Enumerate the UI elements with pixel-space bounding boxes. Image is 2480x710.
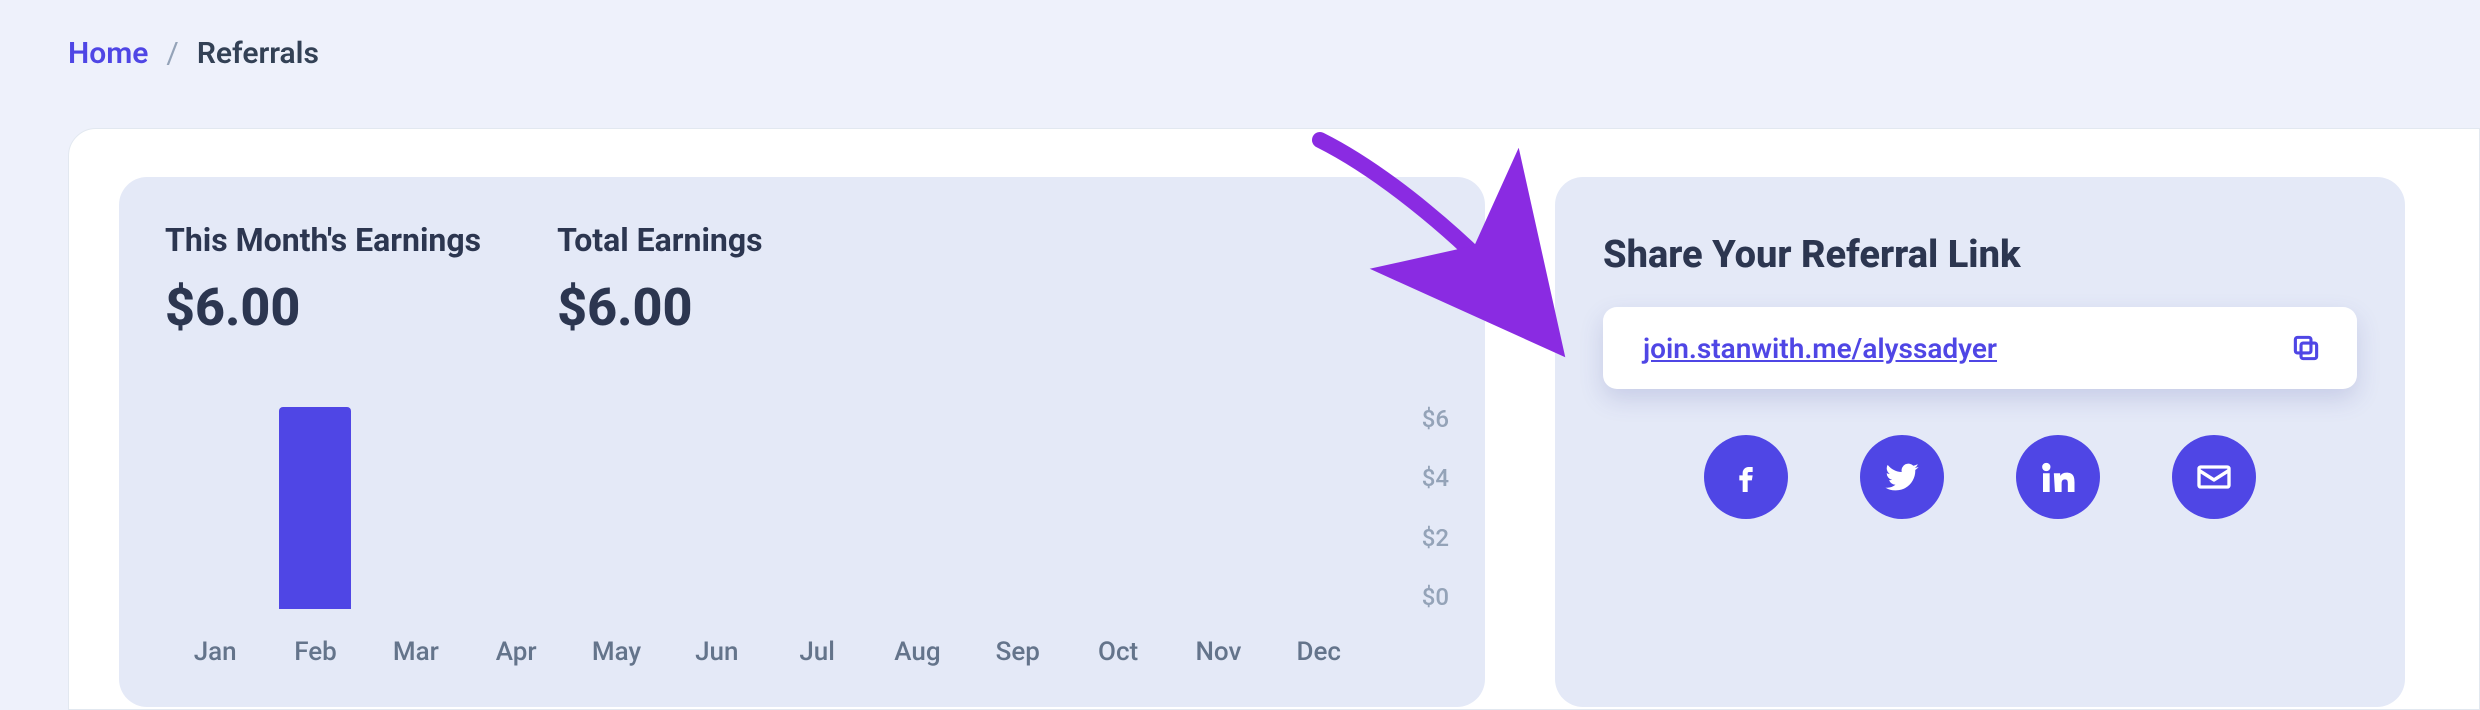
share-card: Share Your Referral Link join.stanwith.m… <box>1555 177 2405 707</box>
bar-slot <box>767 407 867 609</box>
x-label: Dec <box>1269 637 1369 667</box>
earnings-card: This Month's Earnings $6.00 Total Earnin… <box>119 177 1485 707</box>
bar-slot <box>1068 407 1168 609</box>
x-label: Mar <box>366 637 466 667</box>
x-label: Jan <box>165 637 265 667</box>
stat-month: This Month's Earnings $6.00 <box>165 221 481 338</box>
chart-y-labels: $6 $4 $2 $0 <box>1379 407 1449 609</box>
y-label: $0 <box>1422 585 1449 609</box>
referral-link-box: join.stanwith.me/alyssadyer <box>1603 307 2357 389</box>
bar-slot <box>566 407 666 609</box>
share-email-button[interactable] <box>2172 435 2256 519</box>
y-label: $6 <box>1422 407 1449 431</box>
bar <box>279 407 351 609</box>
bar-slot <box>1269 407 1369 609</box>
breadcrumb: Home / Referrals <box>0 0 2480 71</box>
y-label: $2 <box>1422 526 1449 550</box>
social-share-row <box>1603 435 2357 519</box>
bar-slot <box>265 407 365 609</box>
copy-link-button[interactable] <box>2283 325 2329 371</box>
bar-slot <box>366 407 466 609</box>
facebook-icon <box>1726 457 1766 497</box>
breadcrumb-separator: / <box>166 36 178 71</box>
share-title: Share Your Referral Link <box>1603 233 2357 277</box>
bar-slot <box>867 407 967 609</box>
bar-slot <box>968 407 1068 609</box>
stat-month-title: This Month's Earnings <box>165 221 481 259</box>
earnings-chart: JanFebMarAprMayJunJulAugSepOctNovDec $6$… <box>165 407 1449 667</box>
stat-total-title: Total Earnings <box>557 221 762 259</box>
breadcrumb-current: Referrals <box>197 36 319 71</box>
main-card: This Month's Earnings $6.00 Total Earnin… <box>68 128 2480 710</box>
stat-total: Total Earnings $6.00 <box>557 221 762 338</box>
x-label: May <box>566 637 666 667</box>
stat-total-value: $6.00 <box>557 277 762 338</box>
stats-row: This Month's Earnings $6.00 Total Earnin… <box>165 221 1439 338</box>
twitter-icon <box>1882 457 1922 497</box>
share-linkedin-button[interactable] <box>2016 435 2100 519</box>
linkedin-icon <box>2038 457 2078 497</box>
breadcrumb-home-link[interactable]: Home <box>68 36 148 71</box>
x-label: Oct <box>1068 637 1168 667</box>
x-label: Jun <box>667 637 767 667</box>
y-label: $4 <box>1422 466 1449 490</box>
x-label: Feb <box>265 637 365 667</box>
x-label: Nov <box>1168 637 1268 667</box>
x-label: Apr <box>466 637 566 667</box>
x-label: Sep <box>968 637 1068 667</box>
chart-x-labels: JanFebMarAprMayJunJulAugSepOctNovDec <box>165 637 1369 667</box>
referral-link[interactable]: join.stanwith.me/alyssadyer <box>1643 332 1997 365</box>
stat-month-value: $6.00 <box>165 277 481 338</box>
email-icon <box>2194 457 2234 497</box>
copy-icon <box>2289 331 2323 365</box>
x-label: Aug <box>867 637 967 667</box>
bar-slot <box>466 407 566 609</box>
chart-plot <box>165 407 1369 609</box>
share-facebook-button[interactable] <box>1704 435 1788 519</box>
bar-slot <box>1168 407 1268 609</box>
share-twitter-button[interactable] <box>1860 435 1944 519</box>
bar-slot <box>165 407 265 609</box>
x-label: Jul <box>767 637 867 667</box>
bar-slot <box>667 407 767 609</box>
